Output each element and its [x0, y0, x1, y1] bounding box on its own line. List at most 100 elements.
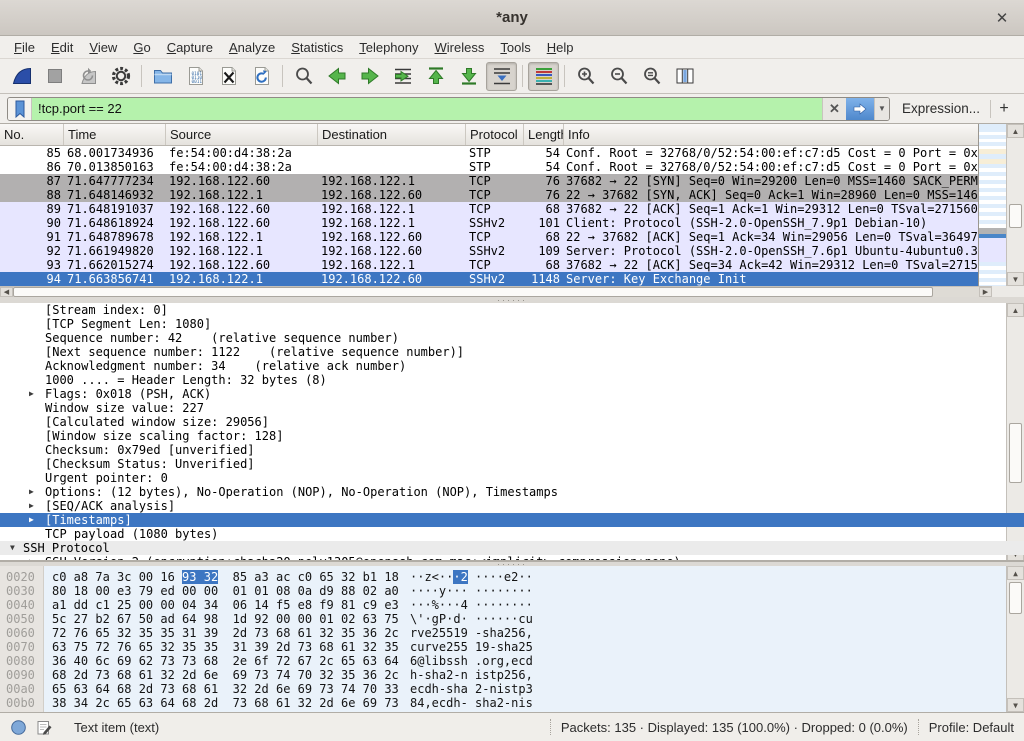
- expert-info-icon[interactable]: [10, 719, 27, 736]
- go-last-button[interactable]: [453, 62, 484, 91]
- menu-edit[interactable]: Edit: [43, 38, 81, 57]
- go-first-button[interactable]: [420, 62, 451, 91]
- column-header-protocol[interactable]: Protocol: [466, 124, 524, 145]
- hex-rows[interactable]: 0020c0 a8 7a 3c 00 16 93 32 85 a3 ac c0 …: [0, 570, 1006, 710]
- colorize-button[interactable]: [528, 62, 559, 91]
- title-bar[interactable]: *any ✕: [0, 0, 1024, 36]
- scroll-right-icon[interactable]: ▶: [979, 287, 992, 297]
- find-packet-button[interactable]: [288, 62, 319, 91]
- column-header-source[interactable]: Source: [166, 124, 318, 145]
- detail-row[interactable]: [Window size scaling factor: 128]: [0, 429, 1024, 443]
- go-back-button[interactable]: [321, 62, 352, 91]
- detail-row[interactable]: Urgent pointer: 0: [0, 471, 1024, 485]
- column-header-time[interactable]: Time: [64, 124, 166, 145]
- menu-help[interactable]: Help: [539, 38, 582, 57]
- expand-icon[interactable]: ▶: [29, 555, 34, 561]
- expand-icon[interactable]: ▶: [29, 513, 34, 527]
- hex-row[interactable]: 0040a1 dd c1 25 00 00 04 34 06 14 f5 e8 …: [0, 598, 1006, 612]
- detail-row[interactable]: [Calculated window size: 29056]: [0, 415, 1024, 429]
- hex-row[interactable]: 009068 2d 73 68 61 32 2d 6e 69 73 74 70 …: [0, 668, 1006, 682]
- save-file-button[interactable]: 010101100011: [180, 62, 211, 91]
- start-capture-button[interactable]: [6, 62, 37, 91]
- filter-history-caret[interactable]: ▼: [874, 98, 889, 120]
- scroll-left-icon[interactable]: ◀: [0, 287, 13, 297]
- zoom-in-button[interactable]: [570, 62, 601, 91]
- packet-row[interactable]: 9471.663856741192.168.122.1192.168.122.6…: [0, 272, 978, 286]
- scrollbar-thumb[interactable]: [1009, 582, 1022, 614]
- intelligent-scrollbar-minimap[interactable]: [978, 124, 1006, 286]
- menu-telephony[interactable]: Telephony: [351, 38, 426, 57]
- expand-icon[interactable]: ▶: [29, 485, 34, 499]
- menu-capture[interactable]: Capture: [159, 38, 221, 57]
- zoom-out-button[interactable]: [603, 62, 634, 91]
- packet-list-hscrollbar[interactable]: ◀ ▶: [0, 286, 992, 297]
- scrollbar-thumb[interactable]: [1009, 204, 1022, 228]
- detail-row[interactable]: Window size value: 227: [0, 401, 1024, 415]
- go-forward-button[interactable]: [354, 62, 385, 91]
- packet-row[interactable]: 8971.648191037192.168.122.60192.168.122.…: [0, 202, 978, 216]
- column-header-destination[interactable]: Destination: [318, 124, 466, 145]
- zoom-reset-button[interactable]: [636, 62, 667, 91]
- detail-row[interactable]: ▶SSH Version 2 (encryption:chacha20-poly…: [0, 555, 1024, 561]
- packet-row[interactable]: 9371.662015274192.168.122.60192.168.122.…: [0, 258, 978, 272]
- reload-file-button[interactable]: [246, 62, 277, 91]
- restart-capture-button[interactable]: [72, 62, 103, 91]
- go-to-packet-button[interactable]: [387, 62, 418, 91]
- detail-row[interactable]: TCP payload (1080 bytes): [0, 527, 1024, 541]
- detail-row[interactable]: [Checksum Status: Unverified]: [0, 457, 1024, 471]
- menu-wireless[interactable]: Wireless: [427, 38, 493, 57]
- menu-file[interactable]: File: [6, 38, 43, 57]
- detail-row[interactable]: 1000 .... = Header Length: 32 bytes (8): [0, 373, 1024, 387]
- profile-text[interactable]: Profile: Default: [929, 720, 1014, 735]
- detail-row[interactable]: ▶Flags: 0x018 (PSH, ACK): [0, 387, 1024, 401]
- detail-row[interactable]: Checksum: 0x79ed [unverified]: [0, 443, 1024, 457]
- close-file-button[interactable]: [213, 62, 244, 91]
- hex-row[interactable]: 008036 40 6c 69 62 73 73 68 2e 6f 72 67 …: [0, 654, 1006, 668]
- packet-row[interactable]: 9071.648618924192.168.122.60192.168.122.…: [0, 216, 978, 230]
- filter-apply-button[interactable]: [846, 98, 874, 120]
- column-header-info[interactable]: Info: [564, 124, 978, 145]
- column-header-no[interactable]: No.: [0, 124, 64, 145]
- menu-view[interactable]: View: [81, 38, 125, 57]
- packet-row[interactable]: 8568.001734936fe:54:00:d4:38:2aSTP54Conf…: [0, 146, 978, 160]
- auto-scroll-button[interactable]: [486, 62, 517, 91]
- scroll-down-icon[interactable]: ▼: [1007, 698, 1024, 712]
- hex-vscrollbar[interactable]: ▲ ▼: [1006, 566, 1024, 712]
- detail-row[interactable]: ▶[Timestamps]: [0, 513, 1024, 527]
- hex-row[interactable]: 003080 18 00 e3 79 ed 00 00 01 01 08 0a …: [0, 584, 1006, 598]
- detail-row[interactable]: ▶Options: (12 bytes), No-Operation (NOP)…: [0, 485, 1024, 499]
- packet-row[interactable]: 9271.661949820192.168.122.1192.168.122.6…: [0, 244, 978, 258]
- expression-button[interactable]: Expression...: [890, 101, 990, 116]
- packet-row[interactable]: 9171.648789678192.168.122.1192.168.122.6…: [0, 230, 978, 244]
- open-file-button[interactable]: [147, 62, 178, 91]
- menu-statistics[interactable]: Statistics: [283, 38, 351, 57]
- packet-row[interactable]: 8771.647777234192.168.122.60192.168.122.…: [0, 174, 978, 188]
- packet-row[interactable]: 8670.013850163fe:54:00:d4:38:2aSTP54Conf…: [0, 160, 978, 174]
- scrollbar-thumb[interactable]: [13, 287, 933, 297]
- menu-analyze[interactable]: Analyze: [221, 38, 283, 57]
- filter-bookmark-button[interactable]: [8, 98, 32, 120]
- detail-row[interactable]: Sequence number: 42 (relative sequence n…: [0, 331, 1024, 345]
- collapse-icon[interactable]: ▼: [10, 541, 15, 555]
- stop-capture-button[interactable]: [39, 62, 70, 91]
- capture-comment-icon[interactable]: [36, 719, 53, 736]
- display-filter-input[interactable]: [32, 98, 822, 120]
- packet-list-vscrollbar[interactable]: ▲ ▼: [1006, 124, 1024, 286]
- filter-clear-button[interactable]: ✕: [822, 98, 846, 120]
- hex-row[interactable]: 006072 76 65 32 35 35 31 39 2d 73 68 61 …: [0, 626, 1006, 640]
- detail-row[interactable]: Acknowledgment number: 34 (relative ack …: [0, 359, 1024, 373]
- hex-row[interactable]: 00505c 27 b2 67 50 ad 64 98 1d 92 00 00 …: [0, 612, 1006, 626]
- detail-row[interactable]: ▼SSH Protocol: [0, 541, 1024, 555]
- detail-row[interactable]: [TCP Segment Len: 1080]: [0, 317, 1024, 331]
- expand-icon[interactable]: ▶: [29, 387, 34, 401]
- detail-row[interactable]: ▶[SEQ/ACK analysis]: [0, 499, 1024, 513]
- scroll-down-icon[interactable]: ▼: [1007, 272, 1024, 286]
- scroll-up-icon[interactable]: ▲: [1007, 566, 1024, 580]
- detail-row[interactable]: [Next sequence number: 1122 (relative se…: [0, 345, 1024, 359]
- expand-icon[interactable]: ▶: [29, 499, 34, 513]
- menu-go[interactable]: Go: [125, 38, 158, 57]
- scroll-up-icon[interactable]: ▲: [1007, 124, 1024, 138]
- hex-row[interactable]: 00a065 63 64 68 2d 73 68 61 32 2d 6e 69 …: [0, 682, 1006, 696]
- close-icon[interactable]: ✕: [992, 8, 1012, 28]
- scrollbar-track[interactable]: [933, 287, 979, 297]
